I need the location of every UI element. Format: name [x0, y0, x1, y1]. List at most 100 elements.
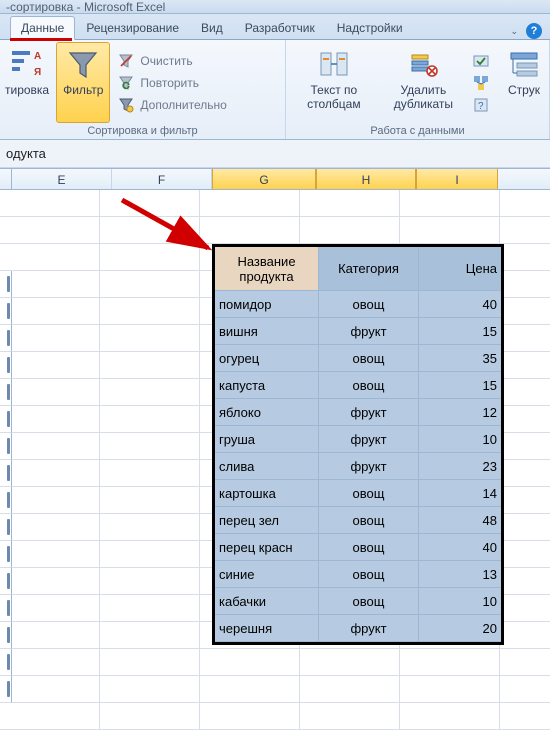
row-header-fragment-cell[interactable]: [0, 325, 12, 352]
tab-data[interactable]: Данные: [10, 16, 75, 40]
cell-category[interactable]: овощ: [319, 345, 419, 372]
cell-name[interactable]: яблоко: [215, 399, 319, 426]
table-row[interactable]: картошкаовощ14: [215, 480, 501, 507]
row-header-fragment-cell[interactable]: [0, 622, 12, 649]
row-header-fragment-cell[interactable]: [0, 271, 12, 298]
cell-category[interactable]: овощ: [319, 372, 419, 399]
table-row[interactable]: помидоровощ40: [215, 291, 501, 318]
table-row[interactable]: синиеовощ13: [215, 561, 501, 588]
cell-price[interactable]: 10: [419, 426, 501, 453]
col-header-F[interactable]: F: [112, 169, 212, 189]
row-header-fragment-cell[interactable]: [0, 514, 12, 541]
table-row[interactable]: кабачкиовощ10: [215, 588, 501, 615]
cell-name[interactable]: огурец: [215, 345, 319, 372]
cell-name[interactable]: синие: [215, 561, 319, 588]
table-row[interactable]: перец зеловощ48: [215, 507, 501, 534]
cell-price[interactable]: 35: [419, 345, 501, 372]
row-header-fragment-cell[interactable]: [0, 487, 12, 514]
table-row[interactable]: грушафрукт10: [215, 426, 501, 453]
help-icon[interactable]: ?: [526, 23, 542, 39]
table-row[interactable]: вишняфрукт15: [215, 318, 501, 345]
cell-category[interactable]: овощ: [319, 507, 419, 534]
advanced-filter-button[interactable]: Дополнительно: [116, 95, 228, 115]
consolidate-button[interactable]: [471, 73, 491, 93]
tab-developer[interactable]: Разработчик: [234, 16, 326, 39]
table-row[interactable]: огурецовощ35: [215, 345, 501, 372]
cell-name[interactable]: слива: [215, 453, 319, 480]
cell-price[interactable]: 48: [419, 507, 501, 534]
reapply-filter-button[interactable]: Повторить: [116, 73, 228, 93]
text-to-columns-button[interactable]: Текст по столбцам: [290, 42, 378, 123]
cell-category[interactable]: фрукт: [319, 399, 419, 426]
row-header-fragment-cell[interactable]: [0, 568, 12, 595]
row-header-fragment-cell[interactable]: [0, 379, 12, 406]
row-header-fragment-cell[interactable]: [0, 649, 12, 676]
row-header-fragment-cell[interactable]: [0, 595, 12, 622]
row-header-fragment-cell[interactable]: [0, 541, 12, 568]
cell-category[interactable]: овощ: [319, 534, 419, 561]
tab-review[interactable]: Рецензирование: [75, 16, 190, 39]
cell-name[interactable]: вишня: [215, 318, 319, 345]
cell-category[interactable]: овощ: [319, 561, 419, 588]
cell-name[interactable]: перец красн: [215, 534, 319, 561]
cell-name[interactable]: перец зел: [215, 507, 319, 534]
filter-button[interactable]: Фильтр: [56, 42, 110, 123]
structure-button[interactable]: Струк: [497, 42, 545, 123]
cell-price[interactable]: 14: [419, 480, 501, 507]
cell-name[interactable]: картошка: [215, 480, 319, 507]
col-header-I[interactable]: I: [416, 169, 498, 189]
window-title: -сортировка - Microsoft Excel: [6, 0, 165, 14]
tab-addins[interactable]: Надстройки: [326, 16, 414, 39]
row-header-fragment-cell[interactable]: [0, 352, 12, 379]
sort-button[interactable]: A Я тировка: [4, 42, 56, 123]
cell-name[interactable]: помидор: [215, 291, 319, 318]
cell-name[interactable]: капуста: [215, 372, 319, 399]
table-row[interactable]: капустаовощ15: [215, 372, 501, 399]
corner-stub[interactable]: [0, 169, 12, 189]
cell-name[interactable]: груша: [215, 426, 319, 453]
data-table[interactable]: Название продукта Категория Цена помидор…: [212, 244, 504, 645]
minimize-ribbon-icon[interactable]: ⌄: [510, 26, 518, 37]
cell-price[interactable]: 15: [419, 372, 501, 399]
row-header-fragment-cell[interactable]: [0, 676, 12, 703]
cell-category[interactable]: овощ: [319, 291, 419, 318]
cell-name[interactable]: черешня: [215, 615, 319, 642]
row-header-fragment-cell[interactable]: [0, 433, 12, 460]
cell-grid[interactable]: Название продукта Категория Цена помидор…: [0, 190, 550, 730]
cell-category[interactable]: овощ: [319, 480, 419, 507]
col-header-G[interactable]: G: [212, 169, 316, 189]
row-header-fragment-cell[interactable]: [0, 460, 12, 487]
cell-name[interactable]: кабачки: [215, 588, 319, 615]
table-row[interactable]: сливафрукт23: [215, 453, 501, 480]
cell-price[interactable]: 40: [419, 534, 501, 561]
row-header-fragment-cell[interactable]: [0, 406, 12, 433]
cell-price[interactable]: 15: [419, 318, 501, 345]
table-row[interactable]: перец красновощ40: [215, 534, 501, 561]
tab-view[interactable]: Вид: [190, 16, 234, 39]
whatif-button[interactable]: ?: [471, 95, 491, 115]
col-header-E[interactable]: E: [12, 169, 112, 189]
cell-category[interactable]: овощ: [319, 588, 419, 615]
th-price[interactable]: Цена: [419, 247, 501, 291]
cell-price[interactable]: 13: [419, 561, 501, 588]
cell-category[interactable]: фрукт: [319, 426, 419, 453]
row-header-fragment-cell[interactable]: [0, 298, 12, 325]
th-name[interactable]: Название продукта: [215, 247, 319, 291]
cell-price[interactable]: 12: [419, 399, 501, 426]
cell-category[interactable]: фрукт: [319, 318, 419, 345]
cell-price[interactable]: 20: [419, 615, 501, 642]
clear-filter-button[interactable]: Очистить: [116, 51, 228, 71]
cell-price[interactable]: 40: [419, 291, 501, 318]
ribbon-group-sort-filter: A Я тировка Фильтр: [0, 40, 286, 139]
table-row[interactable]: черешняфрукт20: [215, 615, 501, 642]
cell-price[interactable]: 10: [419, 588, 501, 615]
cell-category[interactable]: фрукт: [319, 453, 419, 480]
remove-duplicates-button[interactable]: Удалить дубликаты: [378, 42, 469, 123]
name-box-value[interactable]: одукта: [6, 146, 46, 161]
cell-price[interactable]: 23: [419, 453, 501, 480]
th-category[interactable]: Категория: [319, 247, 419, 291]
col-header-H[interactable]: H: [316, 169, 416, 189]
data-validation-button[interactable]: [471, 51, 491, 71]
cell-category[interactable]: фрукт: [319, 615, 419, 642]
table-row[interactable]: яблокофрукт12: [215, 399, 501, 426]
